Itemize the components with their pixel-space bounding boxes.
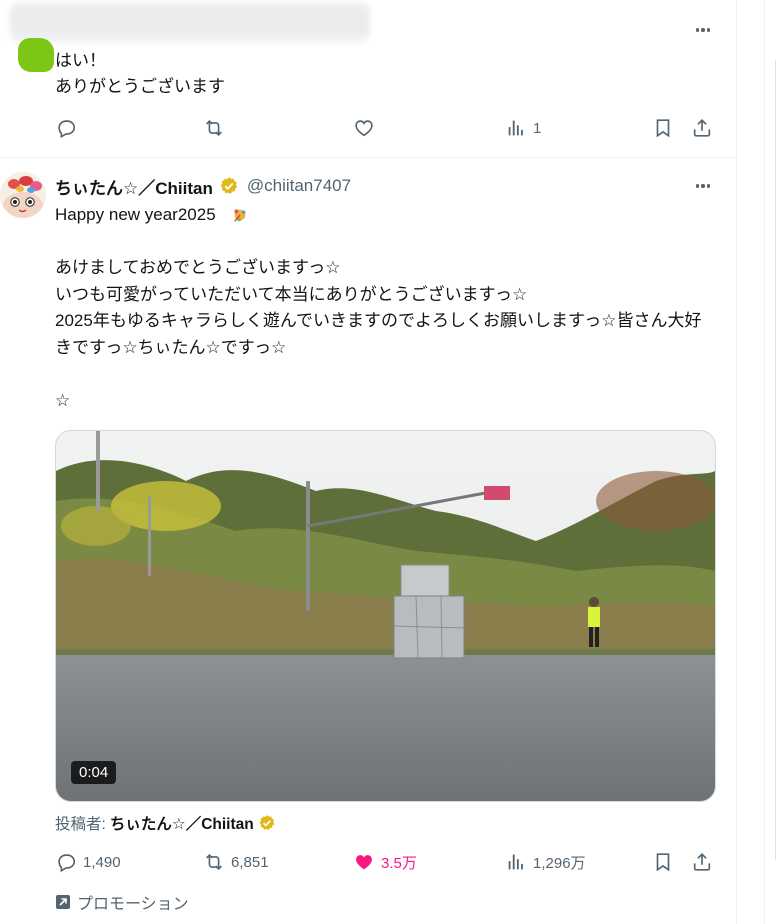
- reply-button[interactable]: [55, 116, 83, 140]
- share-icon: [693, 119, 711, 137]
- views-count: 1: [533, 119, 542, 137]
- right-scrollbar-area[interactable]: [764, 0, 778, 924]
- video-player[interactable]: 0:04: [55, 430, 716, 802]
- chiitan-avatar-icon: [0, 172, 46, 218]
- like-button[interactable]: 3.5万: [353, 850, 417, 874]
- views-button[interactable]: 1,296万: [505, 850, 586, 874]
- share-button[interactable]: [691, 850, 713, 874]
- promotion-text: プロモーション: [77, 896, 189, 913]
- verified-badge-icon: [220, 177, 238, 194]
- heart-filled-icon: [356, 855, 372, 870]
- heart-icon: [355, 120, 373, 137]
- timeline: はい！ ありがとうございます 1 ちぃたん☆／Chiitan @chiitan7…: [0, 0, 737, 924]
- tweet-text: Happy new year2025 あけましておめでとうございますっ☆ いつも…: [55, 205, 702, 410]
- like-count: 3.5万: [381, 854, 417, 872]
- views-button[interactable]: 1: [505, 116, 541, 140]
- bookmark-button[interactable]: [652, 850, 674, 874]
- reply-action-bar: 1: [55, 116, 715, 140]
- views-count: 1,296万: [533, 854, 586, 872]
- reply-icon: [58, 120, 76, 139]
- more-options-icon[interactable]: [692, 176, 714, 196]
- tweet-action-bar: 1,490 6,851 3.5万 1,296万: [55, 850, 715, 874]
- reply-count: 1,490: [83, 853, 121, 871]
- bookmark-button[interactable]: [652, 116, 674, 140]
- retweet-button[interactable]: 6,851: [203, 850, 269, 874]
- reply-icon: [58, 854, 76, 873]
- tweet-header: ちぃたん☆／Chiitan @chiitan7407: [55, 174, 351, 198]
- share-button[interactable]: [691, 116, 713, 140]
- more-options-icon[interactable]: [692, 20, 714, 40]
- promoted-arrow-icon: [56, 895, 70, 909]
- redacted-avatar: [18, 38, 54, 72]
- retweet-icon: [206, 853, 222, 871]
- poster-name[interactable]: ちぃたん☆／Chiitan: [110, 812, 254, 834]
- share-icon: [693, 853, 711, 871]
- video-duration: 0:04: [71, 761, 117, 784]
- retweet-button[interactable]: [203, 116, 231, 140]
- author-name[interactable]: ちぃたん☆／Chiitan: [55, 174, 213, 199]
- verified-badge-icon: [259, 815, 275, 830]
- promotion-label[interactable]: プロモーション: [55, 890, 189, 914]
- retweet-count: 6,851: [231, 853, 269, 871]
- views-icon: [508, 854, 523, 870]
- poster-attribution: 投稿者: ちぃたん☆／Chiitan: [55, 812, 276, 834]
- views-icon: [508, 120, 523, 136]
- like-button[interactable]: [353, 116, 381, 140]
- promoted-tweet[interactable]: ちぃたん☆／Chiitan @chiitan7407 Happy new yea…: [0, 158, 736, 924]
- retweet-icon: [206, 119, 222, 137]
- author-handle[interactable]: @chiitan7407: [247, 176, 351, 196]
- poster-label: 投稿者:: [55, 816, 106, 833]
- bookmark-icon: [656, 853, 670, 872]
- reply-tweet[interactable]: はい！ ありがとうございます 1: [0, 0, 736, 158]
- avatar[interactable]: [0, 172, 46, 218]
- party-emoji-icon: [234, 209, 246, 222]
- video-thumbnail: [56, 431, 715, 801]
- reply-button[interactable]: 1,490: [55, 850, 121, 874]
- bookmark-icon: [656, 119, 670, 138]
- reply-text: はい！ ありがとうございます: [55, 51, 225, 96]
- redacted-header: [10, 2, 370, 42]
